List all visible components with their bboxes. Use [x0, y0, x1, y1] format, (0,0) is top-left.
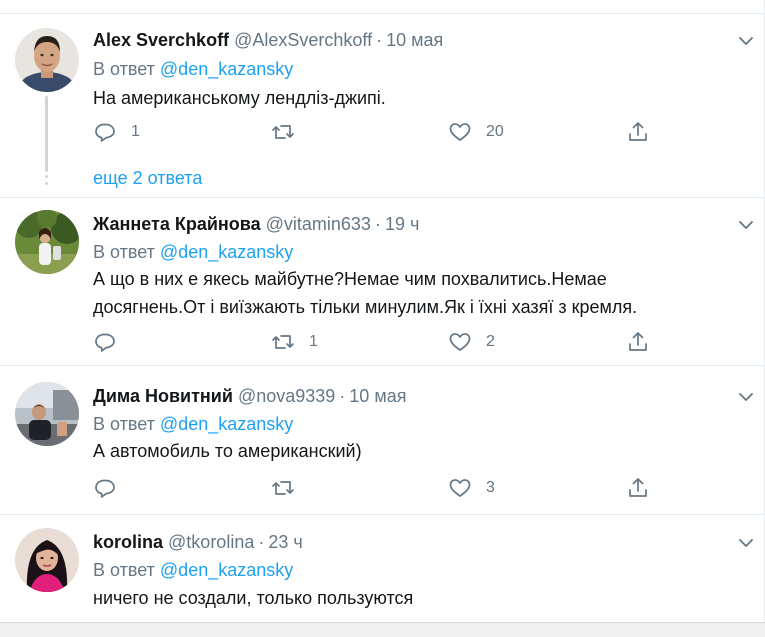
retweet-button[interactable]	[271, 476, 309, 500]
tweet-actions: 1 2	[93, 330, 673, 354]
reply-icon	[93, 120, 117, 144]
tweet-time[interactable]: 23 ч	[268, 532, 302, 552]
avatar[interactable]	[15, 28, 79, 92]
like-count: 2	[486, 333, 495, 350]
share-button[interactable]	[626, 330, 650, 354]
chevron-down-icon[interactable]	[735, 386, 757, 408]
chevron-down-icon[interactable]	[735, 30, 757, 52]
avatar[interactable]	[15, 528, 79, 592]
reply-to: В ответ @den_kazansky	[93, 558, 293, 582]
author-handle[interactable]: @nova9339	[238, 386, 335, 406]
tweet-header: Дима Новитний @nova9339 · 10 мая	[93, 384, 406, 408]
author-name[interactable]: korolina	[93, 532, 163, 552]
share-icon	[626, 476, 650, 500]
tweet-text: А автомобиль то американский)	[93, 441, 362, 461]
heart-icon	[448, 330, 472, 354]
reply-icon	[93, 330, 117, 354]
separator-dot: ·	[374, 214, 381, 234]
reply-to-label: В ответ	[93, 560, 155, 580]
tweet-text: А що в них е якесь майбутне?Немае чим по…	[93, 269, 638, 317]
separator-dot: ·	[339, 386, 346, 406]
show-more-replies-link[interactable]: еще 2 ответа	[93, 166, 202, 190]
retweet-button[interactable]	[271, 120, 309, 144]
retweet-icon	[271, 476, 295, 500]
author-handle[interactable]: @AlexSverchkoff	[234, 30, 372, 50]
chevron-down-icon[interactable]	[735, 532, 757, 554]
tweet[interactable]: Alex Sverchkoff @AlexSverchkoff · 10 мая В…	[0, 14, 765, 198]
reply-button[interactable]	[93, 476, 131, 500]
tweet[interactable]: Дима Новитний @nova9339 · 10 мая В ответ @…	[0, 366, 765, 515]
avatar[interactable]	[15, 210, 79, 274]
tweet-time[interactable]: 10 мая	[386, 30, 443, 50]
tweet-feed: Alex Sverchkoff @AlexSverchkoff · 10 мая В…	[0, 0, 765, 637]
share-icon	[626, 330, 650, 354]
reply-to-label: В ответ	[93, 414, 155, 434]
reply-button[interactable]	[93, 330, 131, 354]
mention-link[interactable]: @den_kazansky	[160, 242, 293, 262]
reply-to: В ответ @den_kazansky	[93, 240, 293, 264]
separator-dot: ·	[258, 532, 265, 552]
horizontal-scrollbar[interactable]	[0, 622, 765, 637]
retweet-button[interactable]: 1	[271, 330, 318, 354]
author-handle[interactable]: @tkorolina	[168, 532, 254, 552]
reply-icon	[93, 476, 117, 500]
reply-button[interactable]: 1	[93, 120, 140, 144]
share-button[interactable]	[626, 476, 650, 500]
retweet-icon	[271, 120, 295, 144]
mention-link[interactable]: @den_kazansky	[160, 59, 293, 79]
author-name[interactable]: Жаннета Крайнова	[93, 214, 261, 234]
reply-to-label: В ответ	[93, 242, 155, 262]
mention-link[interactable]: @den_kazansky	[160, 560, 293, 580]
like-button[interactable]: 3	[448, 476, 495, 500]
author-name[interactable]: Alex Sverchkoff	[93, 30, 229, 50]
separator-dot: ·	[376, 30, 383, 50]
tweet-text: На американському лендліз-джипі.	[93, 88, 386, 108]
thread-line	[45, 96, 48, 172]
retweet-icon	[271, 330, 295, 354]
tweet[interactable]: Жаннета Крайнова @vitamin633 · 19 ч В отве…	[0, 198, 765, 366]
heart-icon	[448, 120, 472, 144]
tweet-text: ничего не создали, только пользуются	[93, 588, 414, 608]
tweet-header: Alex Sverchkoff @AlexSverchkoff · 10 мая	[93, 28, 443, 52]
like-count: 20	[486, 123, 504, 140]
like-button[interactable]: 2	[448, 330, 495, 354]
thread-dots	[45, 168, 48, 189]
share-button[interactable]	[626, 120, 650, 144]
reply-count: 1	[131, 123, 140, 140]
tweet-header: korolina @tkorolina · 23 ч	[93, 530, 303, 554]
like-button[interactable]: 20	[448, 120, 504, 144]
mention-link[interactable]: @den_kazansky	[160, 414, 293, 434]
tweet-actions: 3	[93, 476, 673, 500]
author-name[interactable]: Дима Новитний	[93, 386, 233, 406]
tweet[interactable]: korolina @tkorolina · 23 ч В ответ @den_ka…	[0, 515, 765, 622]
tweet-time[interactable]: 19 ч	[385, 214, 419, 234]
heart-icon	[448, 476, 472, 500]
reply-to: В ответ @den_kazansky	[93, 57, 293, 81]
share-icon	[626, 120, 650, 144]
reply-to-label: В ответ	[93, 59, 155, 79]
chevron-down-icon[interactable]	[735, 214, 757, 236]
author-handle[interactable]: @vitamin633	[266, 214, 371, 234]
tweet-time[interactable]: 10 мая	[349, 386, 406, 406]
reply-to: В ответ @den_kazansky	[93, 412, 293, 436]
tweet-actions: 1 20	[93, 120, 673, 144]
like-count: 3	[486, 479, 495, 496]
avatar[interactable]	[15, 382, 79, 446]
tweet-header: Жаннета Крайнова @vitamin633 · 19 ч	[93, 212, 419, 236]
retweet-count: 1	[309, 333, 318, 350]
